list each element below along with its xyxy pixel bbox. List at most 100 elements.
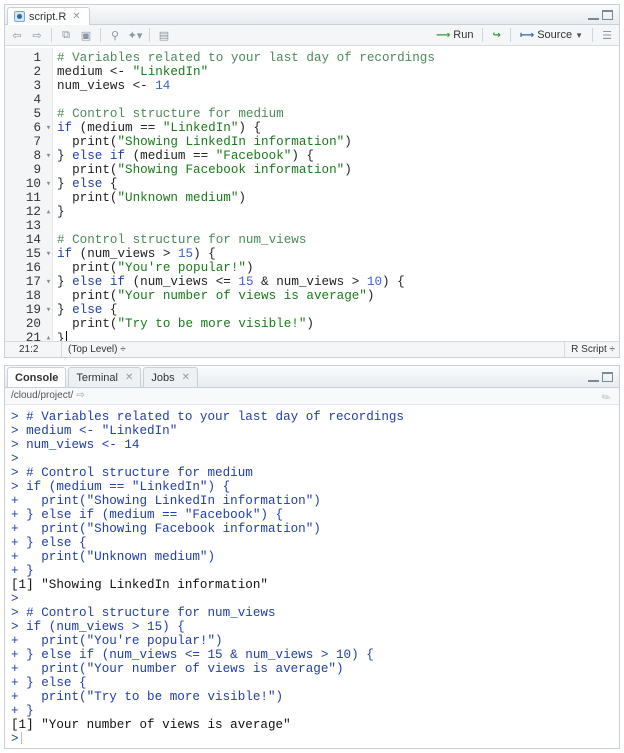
console-tab-bar: Console Terminal ✕ Jobs ✕	[5, 366, 619, 388]
code-text: # Variables related to your last day of …	[57, 51, 435, 65]
minimize-icon[interactable]	[588, 10, 599, 20]
console-line-text: > medium <- "LinkedIn"	[11, 424, 178, 438]
toolbar-divider	[482, 28, 484, 42]
fold-open-icon[interactable]: ▾	[44, 275, 53, 289]
console-output-line: [1] "Showing LinkedIn information"	[11, 578, 268, 592]
run-label: Run	[453, 29, 474, 41]
console-input-line: + }	[11, 704, 34, 718]
forward-icon[interactable]: ⇨	[29, 27, 45, 43]
code-line[interactable]: 1 # Variables related to your last day of…	[5, 51, 619, 65]
editor-status-bar: 21:2 (Top Level) ÷ R Script ÷	[5, 341, 619, 357]
minimize-icon[interactable]	[588, 372, 599, 382]
source-button[interactable]: ⟼ Source ▼	[517, 27, 586, 43]
run-button[interactable]: ⟶ Run	[433, 27, 477, 43]
code-line[interactable]: 17 ▾} else if (num_views <= 15 & num_view…	[5, 275, 619, 289]
console-input-line: + } else {	[11, 536, 87, 550]
close-icon[interactable]: ✕	[72, 11, 80, 22]
toolbar-divider	[592, 28, 593, 42]
console-input-line: + print("Your number of views is average…	[11, 662, 344, 676]
code-line[interactable]: 2 medium <- "LinkedIn"	[5, 65, 619, 79]
toolbar-divider	[149, 28, 150, 42]
fold-close-icon[interactable]: ▴	[44, 205, 53, 219]
tab-jobs[interactable]: Jobs ✕	[143, 367, 199, 387]
show-in-window-icon[interactable]: ⧉	[58, 27, 74, 43]
console-input-line: + print("Unknown medium")	[11, 550, 215, 564]
code-line[interactable]: 7 print("Showing LinkedIn information")	[5, 135, 619, 149]
line-number: 14	[25, 233, 41, 247]
close-icon[interactable]: ✕	[182, 372, 190, 383]
compile-report-icon[interactable]: ▤	[156, 27, 172, 43]
code-text: if (num_views > 15) {	[57, 247, 216, 261]
console-input-line: + print("Showing LinkedIn information")	[11, 494, 321, 508]
clear-console-broom-icon[interactable]: ✎	[598, 389, 614, 407]
code-line[interactable]: 6 ▾ if (medium == "LinkedIn") {	[5, 121, 619, 135]
console-input-line: > medium <- "LinkedIn"	[11, 424, 177, 438]
maximize-icon[interactable]	[602, 372, 613, 382]
editor-tab-bar: script.R ✕	[5, 5, 619, 25]
console-line-text: >	[11, 452, 19, 466]
toolbar-divider	[100, 28, 101, 42]
tab-script-r[interactable]: script.R ✕	[7, 7, 90, 25]
code-line[interactable]: 10 ▾} else {	[5, 177, 619, 191]
line-number: 1	[33, 51, 41, 65]
code-line[interactable]: 20 print("Try to be more visible!")	[5, 317, 619, 331]
code-line[interactable]: 14 # Control structure for num_views	[5, 233, 619, 247]
console-line-text: + print("You're popular!")	[11, 634, 223, 648]
editor-toolbar: ⇦ ⇨ ⧉ ▣ ⚲ ✦▾ ▤ ⟶ Run ↪ ⟼ Source ▼ ☰	[5, 25, 619, 46]
line-number: 3	[33, 79, 41, 93]
tab-label: script.R	[29, 10, 67, 23]
code-line[interactable]: 18 print("Your number of views is averag…	[5, 289, 619, 303]
console-line-text: + print("Showing Facebook information")	[11, 522, 321, 536]
fold-open-icon[interactable]: ▾	[44, 177, 53, 191]
console-pane: Console Terminal ✕ Jobs ✕ /cloud/project/⇨ ✎…	[4, 365, 620, 749]
fold-open-icon[interactable]: ▾	[44, 149, 53, 163]
fold-open-icon[interactable]: ▾	[44, 247, 53, 261]
console-input-line: + } else {	[11, 676, 87, 690]
go-to-directory-icon[interactable]: ⇨	[76, 390, 84, 401]
code-line[interactable]: 8 ▾} else if (medium == "Facebook") {	[5, 149, 619, 163]
tab-terminal[interactable]: Terminal ✕	[68, 367, 142, 387]
close-icon[interactable]: ✕	[125, 372, 133, 383]
console-line-text: > # Control structure for medium	[11, 466, 253, 480]
console-cursor	[20, 732, 22, 744]
tab-label: Console	[15, 371, 59, 384]
scope-selector[interactable]: (Top Level) ÷	[61, 342, 126, 357]
code-text: }	[57, 205, 65, 219]
code-line[interactable]: 4	[5, 93, 619, 107]
code-line[interactable]: 3 num_views <- 14	[5, 79, 619, 93]
code-line[interactable]: 16 print("You're popular!")	[5, 261, 619, 275]
code-line[interactable]: 5 # Control structure for medium	[5, 107, 619, 121]
code-tools-wand-icon[interactable]: ✦▾	[127, 27, 143, 43]
code-line[interactable]: 9 print("Showing Facebook information")	[5, 163, 619, 177]
code-line[interactable]: 15 ▾ if (num_views > 15) {	[5, 247, 619, 261]
tab-console[interactable]: Console	[7, 367, 67, 387]
code-line[interactable]: 11 print("Unknown medium")	[5, 191, 619, 205]
search-icon[interactable]: ⚲	[107, 27, 123, 43]
maximize-icon[interactable]	[602, 10, 613, 20]
toolbar-divider	[51, 28, 52, 42]
save-icon[interactable]: ▣	[78, 27, 94, 43]
fold-open-icon[interactable]: ▾	[44, 121, 53, 135]
fold-open-icon[interactable]: ▾	[44, 303, 53, 317]
console-line-text: >	[11, 732, 19, 746]
code-line[interactable]: 12 ▴}	[5, 205, 619, 219]
back-icon[interactable]: ⇦	[9, 27, 25, 43]
document-outline-icon[interactable]: ☰	[599, 27, 615, 43]
line-number: 10	[25, 177, 41, 191]
file-type-selector[interactable]: R Script ÷	[564, 342, 615, 357]
console-line-text: + } else {	[11, 536, 87, 550]
code-editor[interactable]: 1 # Variables related to your last day of…	[5, 48, 619, 346]
console-line-text: + } else {	[11, 676, 87, 690]
code-text: # Control structure for medium	[57, 107, 284, 121]
code-text: num_views <- 14	[57, 79, 171, 93]
rerun-button[interactable]: ↪	[489, 27, 503, 43]
chevron-down-icon[interactable]: ▼	[575, 31, 583, 40]
console-input-line: > # Control structure for medium	[11, 466, 253, 480]
code-line[interactable]: 19 ▾} else {	[5, 303, 619, 317]
code-line[interactable]: 13	[5, 219, 619, 233]
console-line-text: + print("Showing LinkedIn information")	[11, 494, 321, 508]
console-input-line: + }	[11, 564, 34, 578]
console-output[interactable]: > # Variables related to your last day o…	[5, 408, 619, 748]
source-label: Source	[537, 29, 573, 41]
console-input-line: >	[11, 732, 22, 746]
